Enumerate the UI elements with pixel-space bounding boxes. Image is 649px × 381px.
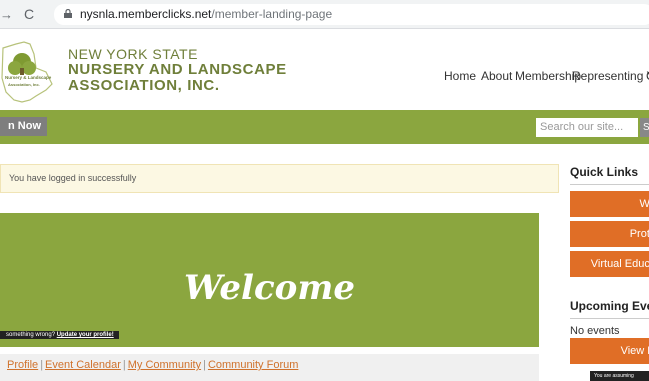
profile-notice-text: something wrong? bbox=[6, 332, 56, 338]
quick-link-button-3[interactable]: Virtual Educa bbox=[570, 251, 649, 277]
svg-text:Association, Inc.: Association, Inc. bbox=[8, 82, 40, 87]
link-community-forum[interactable]: Community Forum bbox=[208, 359, 298, 371]
link-profile[interactable]: Profile bbox=[7, 359, 38, 371]
divider bbox=[570, 184, 649, 185]
login-success-alert: You have logged in successfully bbox=[0, 164, 559, 193]
svg-text:Nursery & Landscape: Nursery & Landscape bbox=[5, 75, 52, 80]
view-full-calendar-button[interactable]: View F bbox=[570, 338, 649, 364]
arrow-left-icon[interactable]: → bbox=[0, 7, 13, 22]
link-my-community[interactable]: My Community bbox=[128, 359, 201, 371]
link-separator: | bbox=[122, 359, 126, 371]
quick-links-title: Quick Links bbox=[570, 165, 639, 179]
member-links-bar: Profile | Event Calendar | My Community | Comm… bbox=[0, 354, 539, 381]
welcome-title: Welcome bbox=[184, 268, 355, 308]
update-profile-link[interactable]: Update your profile! bbox=[57, 332, 114, 338]
browser-toolbar: → C nysnla.memberclicks.net/member-landi… bbox=[0, 0, 649, 29]
org-name-line1: NEW YORK STATE bbox=[68, 46, 198, 62]
org-name-line3: ASSOCIATION, INC. bbox=[68, 77, 220, 94]
quick-link-button-2[interactable]: Prote bbox=[570, 221, 649, 247]
quick-link-button-1[interactable]: Wh bbox=[570, 191, 649, 217]
address-bar[interactable]: nysnla.memberclicks.net/member-landing-p… bbox=[54, 4, 649, 25]
upcoming-events-title: Upcoming Events bbox=[570, 299, 649, 313]
join-now-button[interactable]: n Now bbox=[0, 117, 47, 136]
link-separator: | bbox=[203, 359, 206, 371]
url-text: nysnla.memberclicks.net/member-landing-p… bbox=[80, 7, 332, 21]
nav-representing-you[interactable]: Representing You bbox=[572, 69, 649, 83]
reload-icon[interactable]: C bbox=[24, 6, 34, 22]
assuming-tooltip: You are assuming bbox=[590, 371, 649, 381]
association-logo[interactable]: Nursery & Landscape Association, Inc. bbox=[0, 38, 64, 106]
search-button[interactable]: S bbox=[640, 118, 649, 137]
nav-home[interactable]: Home bbox=[444, 69, 476, 83]
divider bbox=[570, 318, 649, 319]
no-events-text: No events bbox=[570, 325, 620, 337]
search-input[interactable]: Search our site... bbox=[536, 118, 638, 137]
org-name-line2: NURSERY AND LANDSCAPE bbox=[68, 61, 287, 78]
url-host: nysnla.memberclicks.net bbox=[80, 7, 212, 21]
link-separator: | bbox=[40, 359, 44, 371]
org-name[interactable]: NEW YORK STATE NURSERY AND LANDSCAPE ASS… bbox=[68, 46, 287, 94]
nav-about[interactable]: About bbox=[481, 69, 512, 83]
lock-icon bbox=[64, 9, 72, 18]
url-path: /member-landing-page bbox=[211, 7, 333, 21]
link-event-calendar[interactable]: Event Calendar bbox=[45, 359, 121, 371]
profile-notice: something wrong? Update your profile! bbox=[0, 331, 119, 339]
